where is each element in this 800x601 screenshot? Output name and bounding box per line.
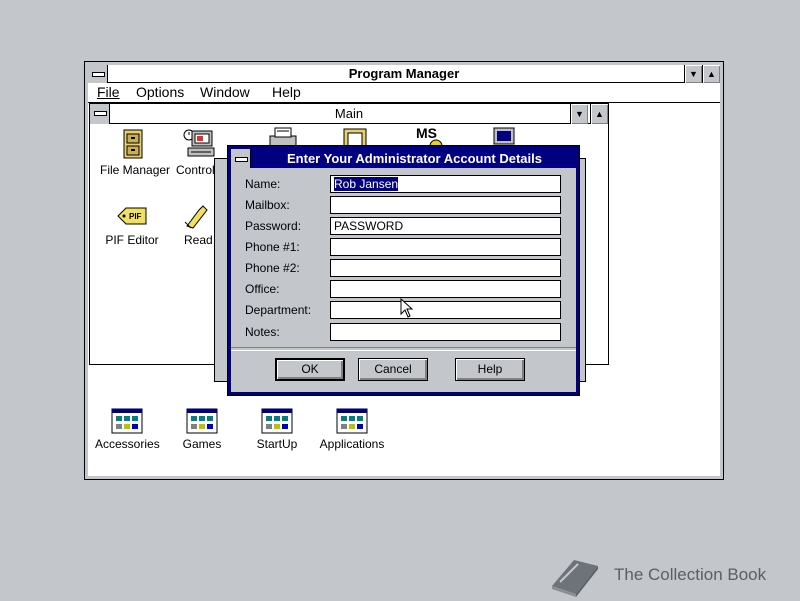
ok-button[interactable]: OK	[275, 358, 345, 381]
mailbox-label: Mailbox:	[245, 198, 290, 212]
read-me-icon	[184, 205, 208, 229]
program-group-icon	[261, 408, 293, 434]
dialog-system-menu-button[interactable]	[231, 149, 251, 168]
notes-label: Notes:	[245, 325, 280, 339]
name-field[interactable]: Rob Jansen	[330, 175, 561, 193]
dialog-body: Name: Rob Jansen Mailbox: Password: PASS…	[231, 168, 576, 392]
department-field[interactable]	[330, 301, 561, 319]
file-manager-item[interactable]: File Manager	[100, 128, 171, 177]
applications-group[interactable]: Applications	[316, 408, 388, 451]
games-group[interactable]: Games	[170, 408, 234, 451]
menu-options[interactable]: Options	[136, 84, 184, 100]
menu-bar: File Options Window Help	[88, 83, 720, 103]
office-field[interactable]	[330, 280, 561, 298]
dialog-separator	[231, 347, 576, 351]
svg-text:PIF: PIF	[129, 212, 142, 221]
maximize-button[interactable]: ▲	[702, 65, 720, 83]
minimize-button[interactable]: ▼	[684, 65, 702, 83]
name-label: Name:	[245, 177, 281, 191]
phone2-label: Phone #2:	[245, 261, 300, 275]
accessories-group[interactable]: Accessories	[95, 408, 160, 451]
file-manager-label: File Manager	[100, 163, 171, 177]
main-minimize-button[interactable]: ▼	[570, 104, 588, 124]
program-group-icon	[111, 408, 143, 434]
pif-editor-icon: PIF	[117, 207, 147, 225]
dialog-title: Enter Your Administrator Account Details	[287, 151, 542, 166]
office-label: Office:	[245, 282, 280, 296]
file-cabinet-icon	[123, 129, 143, 159]
program-group-icon	[336, 408, 368, 434]
mailbox-field[interactable]	[330, 196, 561, 214]
pif-editor-item[interactable]: PIF PIF Editor	[100, 202, 164, 247]
program-group-icon	[186, 408, 218, 434]
svg-text:MS: MS	[416, 125, 437, 141]
phone1-label: Phone #1:	[245, 240, 300, 254]
program-manager-titlebar[interactable]: Program Manager ▼ ▲	[88, 65, 720, 83]
mouse-cursor-icon	[400, 298, 414, 318]
main-maximize-button[interactable]: ▲	[590, 104, 608, 124]
main-title: Main	[334, 106, 364, 121]
admin-account-dialog: Enter Your Administrator Account Details…	[227, 145, 580, 396]
startup-label: StartUp	[256, 437, 298, 451]
window-title: Program Manager	[348, 66, 460, 81]
department-label: Department:	[245, 303, 312, 317]
watermark: The Collection Book	[548, 552, 800, 598]
accessories-label: Accessories	[95, 437, 160, 451]
cancel-button[interactable]: Cancel	[358, 358, 428, 381]
phone2-field[interactable]	[330, 259, 561, 277]
phone1-field[interactable]	[330, 238, 561, 256]
notes-field[interactable]	[330, 323, 561, 341]
read-me-item[interactable]: Read M	[180, 202, 218, 247]
book-icon	[552, 560, 598, 597]
watermark-text: The Collection Book	[614, 565, 767, 584]
read-me-label: Read M	[184, 233, 218, 247]
help-button[interactable]: Help	[455, 358, 525, 381]
menu-file[interactable]: File	[97, 84, 120, 100]
startup-group[interactable]: StartUp	[245, 408, 309, 451]
pif-editor-label: PIF Editor	[105, 233, 159, 247]
dialog-titlebar[interactable]: Enter Your Administrator Account Details	[231, 149, 576, 168]
password-field[interactable]: PASSWORD	[330, 217, 561, 235]
main-titlebar[interactable]: Main ▼ ▲	[90, 104, 608, 124]
applications-label: Applications	[319, 437, 385, 451]
games-label: Games	[182, 437, 222, 451]
menu-help[interactable]: Help	[272, 84, 301, 100]
menu-window[interactable]: Window	[200, 84, 250, 100]
control-panel-icon	[183, 129, 215, 157]
password-label: Password:	[245, 219, 302, 233]
